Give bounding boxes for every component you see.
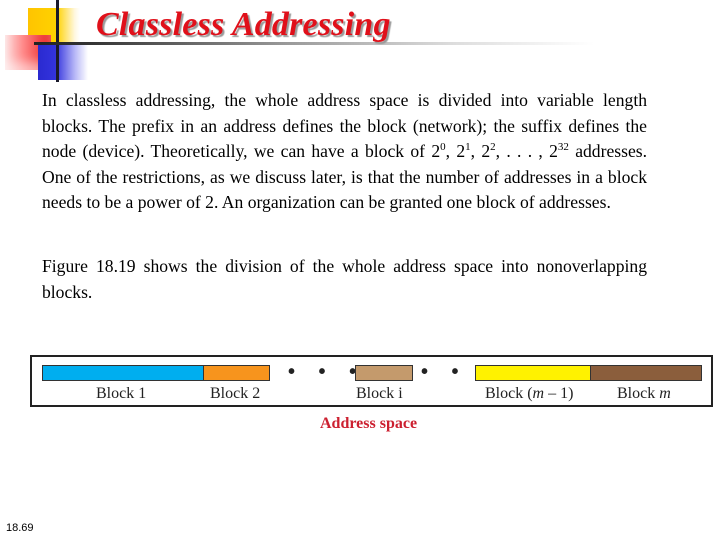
decor-blue-square: [38, 45, 88, 80]
superscript: 32: [557, 141, 569, 153]
label-variable: m: [659, 385, 671, 402]
block-i-bar: [355, 365, 413, 381]
block-m-bar: [590, 365, 702, 381]
text-run: , 2: [470, 141, 491, 161]
block-2-label: Block 2: [210, 385, 260, 403]
label-text: Block: [617, 385, 660, 402]
label-variable: m: [532, 385, 545, 402]
label-text: Block i: [356, 385, 403, 402]
label-text: Block 2: [210, 385, 261, 402]
block-m-minus-1-bar: [475, 365, 591, 381]
label-text: Block 1: [96, 385, 147, 402]
text-run: , 2: [445, 141, 466, 161]
block-i-label: Block i: [356, 385, 403, 403]
slide-title: Classless Addressing: [96, 6, 391, 43]
paragraph-figure-reference: Figure 18.19 shows the division of the w…: [42, 256, 647, 302]
page-number: 18.69: [6, 522, 34, 534]
paragraph-classless-definition: In classless addressing, the whole addre…: [42, 88, 647, 216]
text-run: , . . . , 2: [495, 141, 558, 161]
figure-caption: Address space: [320, 415, 418, 432]
block-m-minus-1-label: Block (m – 1): [485, 385, 573, 403]
ellipsis-dots-1: • • •: [288, 361, 366, 383]
block-2-bar: [203, 365, 270, 381]
block-1-label: Block 1: [96, 385, 146, 403]
decor-vertical-line: [56, 0, 59, 82]
block-m-label: Block m: [617, 385, 671, 403]
label-text: – 1): [544, 385, 574, 402]
label-text: Block (: [485, 385, 533, 402]
block-1-bar: [42, 365, 204, 381]
